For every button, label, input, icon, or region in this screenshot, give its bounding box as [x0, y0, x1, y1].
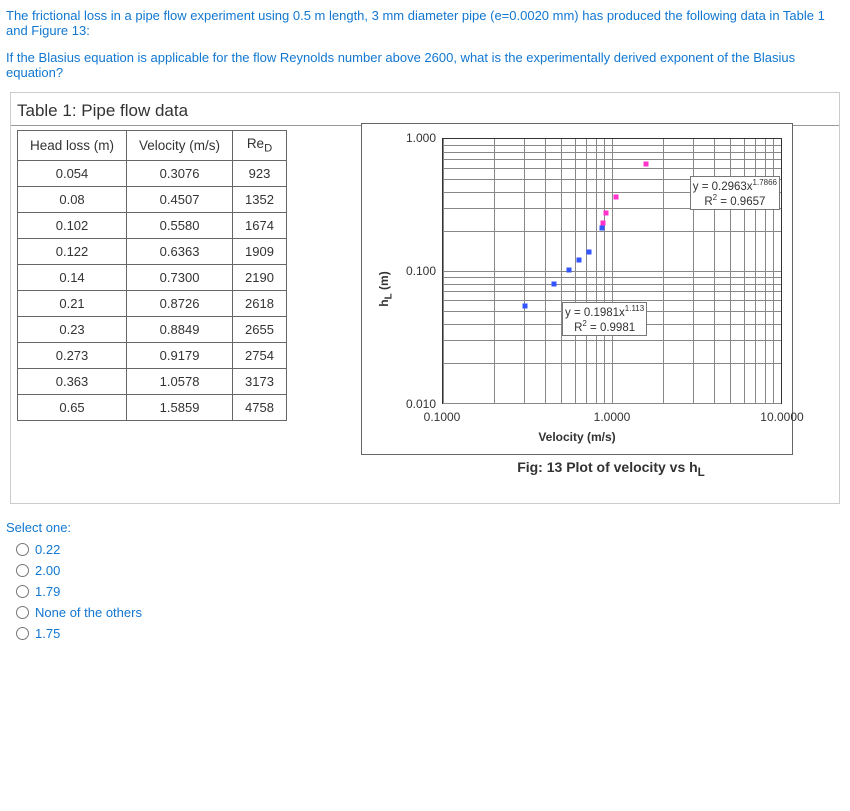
option-label: 1.79	[35, 584, 60, 599]
table-cell: 1674	[233, 212, 287, 238]
ytick: 0.100	[392, 264, 436, 278]
select-prompt: Select one:	[6, 520, 844, 535]
table-cell: 0.8726	[127, 290, 233, 316]
data-point	[599, 226, 604, 231]
data-point	[603, 211, 608, 216]
answer-option[interactable]: 1.79	[6, 581, 844, 602]
table-cell: 0.5580	[127, 212, 233, 238]
answer-block: Select one: 0.22 2.00 1.79 None of the othe…	[0, 512, 850, 664]
data-point	[614, 195, 619, 200]
x-axis-label: Velocity (m/s)	[538, 430, 615, 444]
table-cell: 2754	[233, 342, 287, 368]
content-block: Table 1: Pipe flow data Head loss (m) Ve…	[10, 92, 840, 504]
table-cell: 0.23	[18, 316, 127, 342]
table-cell: 1909	[233, 238, 287, 264]
ytick: 0.010	[392, 397, 436, 411]
data-point	[523, 304, 528, 309]
radio-input[interactable]	[16, 585, 29, 598]
data-point	[601, 221, 606, 226]
table-cell: 0.7300	[127, 264, 233, 290]
answer-option[interactable]: 1.75	[6, 623, 844, 644]
data-point	[551, 281, 556, 286]
table-row: 0.080.45071352	[18, 186, 287, 212]
data-point	[567, 267, 572, 272]
data-point	[576, 257, 581, 262]
xtick: 10.0000	[760, 410, 803, 424]
table-cell: 0.6363	[127, 238, 233, 264]
option-label: 2.00	[35, 563, 60, 578]
table-cell: 0.273	[18, 342, 127, 368]
option-label: 0.22	[35, 542, 60, 557]
answer-option[interactable]: 0.22	[6, 539, 844, 560]
table-cell: 0.08	[18, 186, 127, 212]
th-headloss: Head loss (m)	[18, 131, 127, 161]
option-label: None of the others	[35, 605, 142, 620]
question-line-1: The frictional loss in a pipe flow exper…	[0, 0, 850, 42]
chart-area: 1.000 0.100 0.010 0.1000 1.0000 10.0000 …	[361, 123, 793, 455]
table-cell: 0.65	[18, 394, 127, 420]
data-point	[643, 161, 648, 166]
table-cell: 0.14	[18, 264, 127, 290]
radio-input[interactable]	[16, 627, 29, 640]
fit-annotation-low: y = 0.1981x1.113 R2 = 0.9981	[562, 302, 647, 336]
question-line-2: If the Blasius equation is applicable fo…	[0, 42, 850, 84]
table-cell: 0.4507	[127, 186, 233, 212]
answer-option[interactable]: None of the others	[6, 602, 844, 623]
table-cell: 2618	[233, 290, 287, 316]
th-velocity: Velocity (m/s)	[127, 131, 233, 161]
table-cell: 0.122	[18, 238, 127, 264]
table-row: 0.1020.55801674	[18, 212, 287, 238]
table-row: 0.2730.91792754	[18, 342, 287, 368]
table-row: 0.1220.63631909	[18, 238, 287, 264]
chart-caption: Fig: 13 Plot of velocity vs hL	[421, 459, 801, 479]
table-cell: 0.3076	[127, 160, 233, 186]
radio-input[interactable]	[16, 606, 29, 619]
th-re: ReD	[233, 131, 287, 161]
table-cell: 0.054	[18, 160, 127, 186]
table-title: Table 1: Pipe flow data	[11, 93, 839, 126]
radio-input[interactable]	[16, 564, 29, 577]
table-row: 0.210.87262618	[18, 290, 287, 316]
data-point	[586, 249, 591, 254]
table-cell: 0.9179	[127, 342, 233, 368]
xtick: 1.0000	[594, 410, 631, 424]
table-cell: 923	[233, 160, 287, 186]
option-label: 1.75	[35, 626, 60, 641]
table-cell: 0.21	[18, 290, 127, 316]
table-cell: 3173	[233, 368, 287, 394]
table-row: 0.3631.05783173	[18, 368, 287, 394]
table-cell: 0.8849	[127, 316, 233, 342]
answer-option[interactable]: 2.00	[6, 560, 844, 581]
xtick: 0.1000	[424, 410, 461, 424]
fit-annotation-high: y = 0.2963x1.7866 R2 = 0.9657	[690, 176, 780, 210]
table-row: 0.140.73002190	[18, 264, 287, 290]
table-cell: 1.5859	[127, 394, 233, 420]
y-axis-label: hL (m)	[377, 271, 394, 306]
table-cell: 2655	[233, 316, 287, 342]
chart-figure: 1.000 0.100 0.010 0.1000 1.0000 10.0000 …	[361, 123, 801, 503]
table-row: 0.230.88492655	[18, 316, 287, 342]
pipe-flow-table: Head loss (m) Velocity (m/s) ReD 0.0540.…	[17, 130, 287, 421]
table-cell: 0.102	[18, 212, 127, 238]
table-cell: 1352	[233, 186, 287, 212]
table-cell: 0.363	[18, 368, 127, 394]
table-cell: 4758	[233, 394, 287, 420]
radio-input[interactable]	[16, 543, 29, 556]
table-cell: 1.0578	[127, 368, 233, 394]
table-row: 0.0540.3076923	[18, 160, 287, 186]
ytick: 1.000	[392, 131, 436, 145]
table-row: 0.651.58594758	[18, 394, 287, 420]
table-cell: 2190	[233, 264, 287, 290]
